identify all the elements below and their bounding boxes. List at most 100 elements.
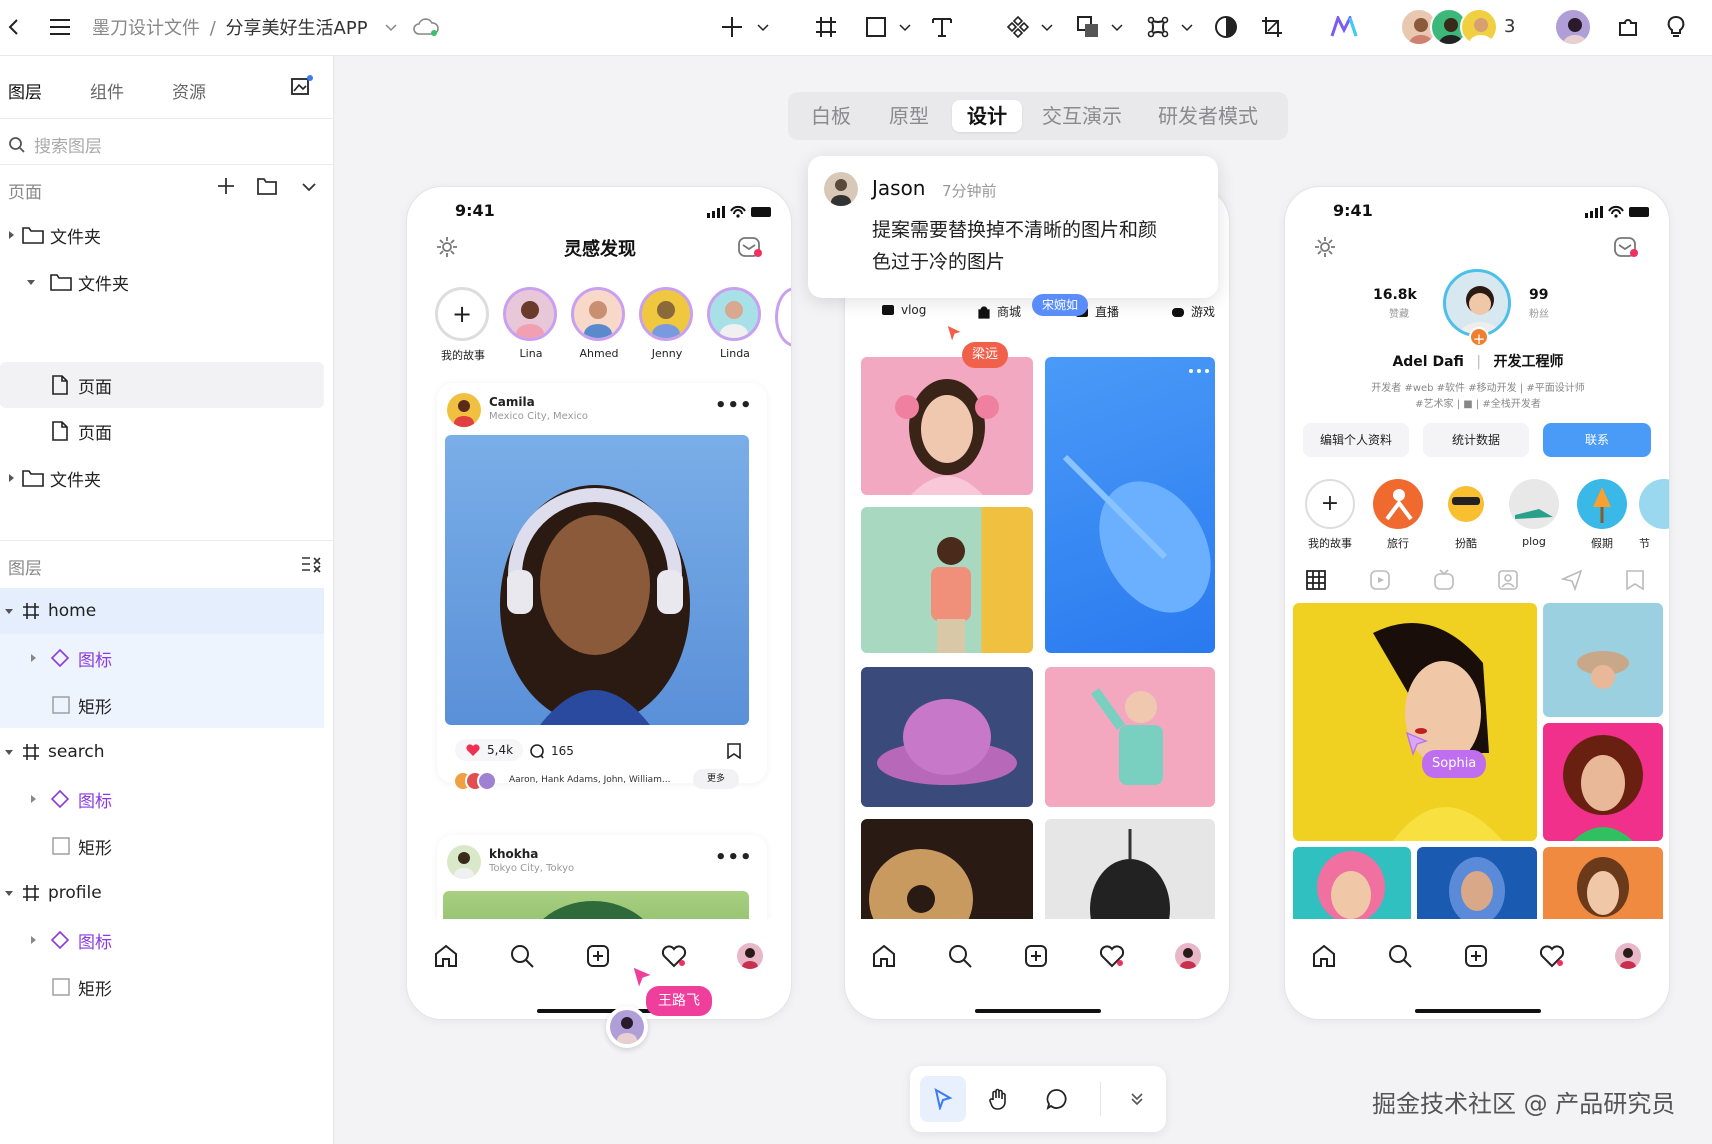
grid-photo[interactable] [861,819,1033,929]
tab-design[interactable]: 设计 [952,100,1022,132]
chevron-down-icon[interactable] [384,20,398,34]
ai-icon[interactable] [1330,13,1358,41]
heart-icon[interactable] [1099,943,1125,969]
profile-avatar[interactable] [737,943,763,969]
text-icon[interactable] [928,13,956,41]
caret-down-icon[interactable] [4,888,14,898]
chevron-down-icon[interactable] [1110,20,1124,34]
caret-right-icon[interactable] [28,794,38,804]
highlight-item[interactable]: + 我的故事 [1303,479,1357,551]
page-tree-folder[interactable]: 文件夹 [0,213,334,257]
like-button[interactable]: 5,4k [455,739,524,761]
story-item[interactable]: Jenny [639,287,695,360]
crop-icon[interactable] [1258,13,1286,41]
layer-search[interactable]: 搜索图层 [8,132,102,157]
user-avatar[interactable] [1554,8,1592,46]
menu-icon[interactable] [46,13,74,41]
collapse-all-icon[interactable] [300,554,322,574]
chevron-down-icon[interactable] [756,20,770,34]
tagged-icon[interactable] [1497,569,1519,591]
profile-grid-photo[interactable] [1543,723,1663,841]
gear-icon[interactable] [1313,235,1337,259]
contact-button[interactable]: 联系 [1543,423,1651,457]
caret-right-icon[interactable] [6,230,16,240]
breadcrumb-current[interactable]: 分享美好生活APP [226,18,368,39]
more-icon[interactable]: ••• [715,847,753,868]
folder-add-icon[interactable] [256,176,278,196]
caret-down-icon[interactable] [4,747,14,757]
heart-icon[interactable] [661,943,687,969]
layer-frame-home[interactable]: home [0,589,334,633]
heart-icon[interactable] [1539,943,1565,969]
tv-icon[interactable] [1433,569,1455,591]
chevron-down-icon[interactable] [1040,20,1054,34]
grid-photo[interactable] [861,357,1033,495]
story-item-partial[interactable] [775,287,791,347]
post-image[interactable] [445,435,749,725]
profile-grid-photo[interactable] [1543,847,1663,927]
page-tree-folder[interactable]: 文件夹 [0,260,334,304]
search-icon[interactable] [947,943,973,969]
caret-down-icon[interactable] [4,606,14,616]
more-button[interactable]: 更多 [693,769,739,789]
add-avatar-icon[interactable]: + [1469,327,1489,348]
tab-layers[interactable]: 图层 [8,78,42,103]
grid-view-icon[interactable] [1305,569,1327,591]
frame-icon[interactable] [812,13,840,41]
comment-popover[interactable]: Jason 7分钟前 提案需要替换掉不清晰的图片和颜 色过于冷的图片 [808,156,1218,298]
mail-icon[interactable] [737,235,763,259]
grid-photo[interactable] [1045,357,1215,653]
search-icon[interactable] [509,943,535,969]
hand-tool[interactable] [976,1076,1022,1122]
layer-rect[interactable]: 矩形 [0,824,334,868]
avatar[interactable] [447,393,481,427]
avatar[interactable] [1460,8,1498,46]
layer-rect[interactable]: 矩形 [0,965,334,1009]
add-icon[interactable] [718,13,746,41]
contrast-icon[interactable] [1212,13,1240,41]
profile-grid-photo[interactable] [1543,603,1663,717]
story-item[interactable]: Ahmed [571,287,627,360]
grid-photo[interactable] [861,667,1033,807]
component-icon[interactable] [1004,13,1032,41]
caret-right-icon[interactable] [28,935,38,945]
select-tool[interactable] [920,1076,966,1122]
highlight-item[interactable]: 假期 [1575,479,1629,551]
reels-icon[interactable] [1369,569,1391,591]
grid-photo[interactable] [1045,819,1215,929]
back-icon[interactable] [0,13,28,41]
category-chip[interactable]: 商城 [977,303,1021,320]
post-card[interactable]: Camila Mexico City, Mexico ••• 5,4k 165 … [437,383,767,791]
caret-right-icon[interactable] [6,473,16,483]
highlight-item[interactable]: 节 [1639,479,1669,551]
page-tree-page-selected[interactable]: 页面 [0,362,324,408]
grid-photo[interactable] [1045,667,1215,807]
tab-prototype[interactable]: 原型 [876,100,942,132]
tab-components[interactable]: 组件 [90,78,124,103]
profile-avatar[interactable] [1175,943,1201,969]
story-item[interactable]: Linda [707,287,763,360]
home-icon[interactable] [433,943,459,969]
chevron-down-icon[interactable] [898,20,912,34]
profile-grid-photo[interactable] [1293,603,1537,841]
category-chip[interactable]: vlog [881,303,926,317]
breadcrumb-root[interactable]: 墨刀设计文件 [92,18,200,39]
home-icon[interactable] [1311,943,1337,969]
bulb-icon[interactable] [1662,13,1690,41]
layer-rect[interactable]: 矩形 [0,683,334,727]
comment-button[interactable]: 165 [529,743,574,759]
chevron-down-icon[interactable] [1180,20,1194,34]
add-post-icon[interactable] [1463,943,1489,969]
tab-developer[interactable]: 研发者模式 [1142,100,1274,132]
phone-frame-home[interactable]: 9:41 灵感发现 + 我的故事 Lina Ahmed Jenny Linda C… [406,186,792,1020]
category-chip[interactable]: 游戏 [1171,303,1215,320]
edit-image-icon[interactable] [290,74,314,98]
add-post-icon[interactable] [585,943,611,969]
boolean-icon[interactable] [1074,13,1102,41]
caret-right-icon[interactable] [28,653,38,663]
search-icon[interactable] [1387,943,1413,969]
page-tree-folder[interactable]: 文件夹 [0,456,334,500]
rectangle-icon[interactable] [862,13,890,41]
bookmark-icon[interactable] [727,743,741,759]
profile-avatar[interactable] [1615,943,1641,969]
